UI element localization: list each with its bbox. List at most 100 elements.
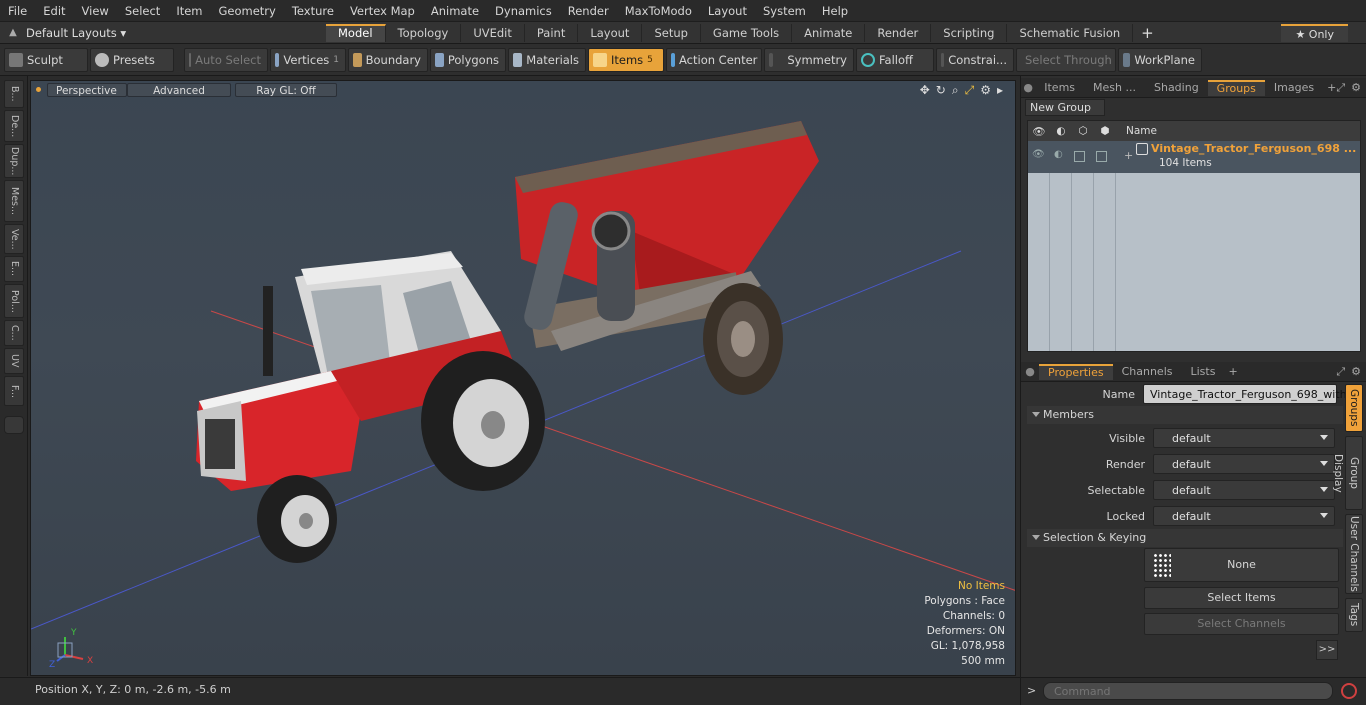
more-button[interactable]: >> [1316, 640, 1338, 660]
tab-layout[interactable]: Layout [578, 23, 643, 42]
new-group-button[interactable]: New Group [1025, 99, 1105, 116]
menu-item[interactable]: Item [168, 0, 210, 22]
select-channels-button[interactable]: Select Channels [1144, 613, 1339, 635]
tab-channels[interactable]: Channels [1113, 363, 1182, 381]
tab-lists[interactable]: Lists [1182, 363, 1225, 381]
left-tab-basic[interactable]: B... [4, 80, 24, 108]
items-button[interactable]: Items 5 [588, 47, 664, 72]
selectable-dropdown[interactable]: default [1153, 480, 1335, 500]
group-select-checkbox[interactable] [1074, 151, 1085, 162]
falloff-button[interactable]: Falloff [856, 47, 934, 72]
menu-file[interactable]: File [0, 0, 35, 22]
left-tab-uv[interactable]: UV [4, 348, 24, 374]
lock-col-icon[interactable]: ⬢ [1094, 125, 1116, 137]
workplane-button[interactable]: WorkPlane [1118, 47, 1202, 72]
locked-dropdown[interactable]: default [1153, 506, 1335, 526]
boundary-button[interactable]: Boundary [348, 47, 428, 72]
symmetry-button[interactable]: Symmetry [764, 47, 854, 72]
polygons-button[interactable]: Polygons [430, 47, 506, 72]
menu-geometry[interactable]: Geometry [211, 0, 284, 22]
menu-select[interactable]: Select [117, 0, 168, 22]
tab-paint[interactable]: Paint [525, 23, 579, 42]
expand-panel-icon[interactable]: ⤢ [1336, 81, 1345, 95]
side-tab-tags[interactable]: Tags [1345, 598, 1363, 632]
visible-dropdown[interactable]: default [1153, 428, 1335, 448]
vertices-button[interactable]: Vertices 1 [270, 47, 346, 72]
tab-game-tools[interactable]: Game Tools [701, 23, 793, 42]
hud-polygons: Polygons : Face [924, 595, 1005, 607]
3d-viewport[interactable]: Perspective Advanced Ray GL: Off ✥ ↻ ⌕ ⤢… [30, 80, 1016, 676]
menu-layout[interactable]: Layout [700, 0, 755, 22]
render-dropdown[interactable]: default [1153, 454, 1335, 474]
auto-select-button[interactable]: Auto Select [184, 47, 268, 72]
tab-images[interactable]: Images [1265, 79, 1323, 97]
add-props-tab-icon[interactable]: + [1228, 365, 1237, 378]
menu-texture[interactable]: Texture [284, 0, 342, 22]
presets-button[interactable]: Presets [90, 47, 174, 72]
menu-help[interactable]: Help [814, 0, 856, 22]
tab-topology[interactable]: Topology [386, 23, 462, 42]
group-expand-icon[interactable]: + [1124, 149, 1133, 162]
action-center-button[interactable]: Action Center [666, 47, 762, 72]
menu-system[interactable]: System [755, 0, 814, 22]
group-render-icon[interactable]: ◐ [1054, 149, 1063, 160]
side-tab-group-display[interactable]: Group Display [1332, 436, 1363, 510]
tab-items-list[interactable]: Items [1035, 79, 1084, 97]
menu-animate[interactable]: Animate [423, 0, 487, 22]
command-input[interactable] [1043, 682, 1333, 700]
tab-groups[interactable]: Groups [1207, 79, 1265, 96]
left-tab-polygon[interactable]: Pol... [4, 284, 24, 318]
tab-schematic-fusion[interactable]: Schematic Fusion [1007, 23, 1134, 42]
name-field[interactable]: Vintage_Tractor_Ferguson_698_with_ [1143, 384, 1352, 404]
props-settings-icon[interactable]: ⚙ [1351, 365, 1361, 378]
tab-mesh[interactable]: Mesh ... [1084, 79, 1145, 97]
add-panel-tab-icon[interactable]: + [1327, 81, 1336, 94]
left-tab-mesh-edit[interactable]: Mes... [4, 180, 24, 222]
tab-render[interactable]: Render [865, 23, 932, 42]
menu-view[interactable]: View [74, 0, 117, 22]
left-tab-vertex[interactable]: Ve... [4, 224, 24, 254]
members-section[interactable]: Members [1027, 406, 1343, 424]
expand-props-icon[interactable]: ⤢ [1336, 365, 1345, 379]
select-col-icon[interactable]: ⬡ [1072, 125, 1094, 137]
side-tab-groups[interactable]: Groups [1345, 384, 1363, 432]
left-tab-curve[interactable]: C... [4, 320, 24, 346]
menu-vertex-map[interactable]: Vertex Map [342, 0, 423, 22]
group-lock-checkbox[interactable] [1096, 151, 1107, 162]
none-button[interactable]: None [1144, 548, 1339, 582]
tab-animate[interactable]: Animate [792, 23, 866, 42]
name-column-header[interactable]: Name [1126, 125, 1157, 137]
record-icon[interactable] [1341, 683, 1357, 699]
left-tab-toggle[interactable] [4, 416, 24, 434]
select-items-button[interactable]: Select Items [1144, 587, 1339, 609]
tab-properties[interactable]: Properties [1039, 363, 1113, 380]
side-tab-user-channels[interactable]: User Channels [1345, 514, 1363, 594]
materials-button[interactable]: Materials [508, 47, 586, 72]
left-tab-deform[interactable]: De... [4, 110, 24, 142]
left-tab-edge[interactable]: E... [4, 256, 24, 282]
only-button[interactable]: ★ Only [1281, 23, 1348, 42]
add-tab-button[interactable]: + [1133, 24, 1162, 42]
render-col-icon[interactable]: ◐ [1050, 125, 1072, 137]
menu-edit[interactable]: Edit [35, 0, 73, 22]
tab-model[interactable]: Model [326, 23, 386, 42]
menu-render[interactable]: Render [560, 0, 617, 22]
visibility-col-icon[interactable]: 👁 [1028, 125, 1050, 138]
menu-dynamics[interactable]: Dynamics [487, 0, 560, 22]
sculpt-button[interactable]: Sculpt [4, 47, 88, 72]
select-through-button[interactable]: Select Through [1016, 47, 1116, 72]
tab-setup[interactable]: Setup [642, 23, 701, 42]
tab-shading[interactable]: Shading [1145, 79, 1208, 97]
layout-up-icon[interactable]: ▲ [0, 27, 26, 38]
group-row[interactable]: 👁 ◐ + Vintage_Tractor_Ferguson_698 ... 1… [1028, 141, 1360, 173]
tab-scripting[interactable]: Scripting [931, 23, 1008, 42]
layout-selector[interactable]: Default Layouts ▾ [26, 26, 326, 40]
menu-maxtomodo[interactable]: MaxToModo [617, 0, 700, 22]
panel-settings-icon[interactable]: ⚙ [1351, 81, 1361, 94]
tab-uvedit[interactable]: UVEdit [461, 23, 525, 42]
selection-keying-section[interactable]: Selection & Keying [1027, 529, 1343, 547]
left-tab-fusion[interactable]: F... [4, 376, 24, 406]
left-tab-duplicate[interactable]: Dup... [4, 144, 24, 178]
constrain-button[interactable]: Constrai... [936, 47, 1014, 72]
group-visible-icon[interactable]: 👁 [1032, 149, 1045, 160]
